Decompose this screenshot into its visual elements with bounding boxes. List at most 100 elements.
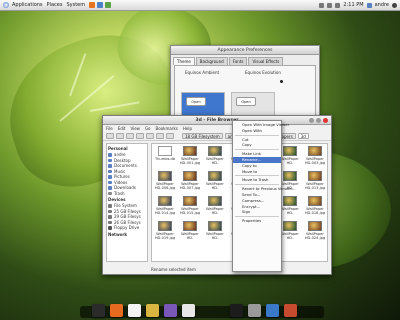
file-label: WallPaper HD-019.jpg [154, 232, 176, 240]
menu-go[interactable]: Go [145, 126, 151, 131]
power-icon[interactable] [392, 2, 397, 8]
file-item[interactable]: WallPaper HD-018.jpg [304, 196, 326, 215]
file-item[interactable]: WallPaper HD- [204, 146, 226, 165]
minimize-button[interactable] [309, 118, 314, 123]
sidebar-item-label: Music [114, 168, 126, 174]
file-item[interactable]: Thumbs.db [154, 146, 176, 161]
image-thumbnail [283, 221, 297, 231]
image-thumbnail [158, 196, 172, 206]
sidebar-item-volume-26gb[interactable]: 26 GB Filesys [108, 220, 146, 226]
search-button[interactable] [166, 133, 174, 139]
image-thumbnail [283, 146, 297, 156]
file-item[interactable]: WallPaper HD- [279, 221, 301, 240]
sidebar-item-floppy[interactable]: Floppy Drive [108, 225, 146, 231]
file-label: WallPaper HD- [206, 207, 224, 215]
breadcrumb-filesystem[interactable]: 18 GB Filesystem [182, 133, 223, 139]
sidebar-item-volume-29gb[interactable]: 29 GB Filesys [108, 214, 146, 220]
distro-logo-icon[interactable] [3, 2, 9, 8]
prefs-titlebar[interactable]: Appearance Preferences [171, 46, 319, 55]
tab-background[interactable]: Background [195, 57, 228, 65]
context-menu-item[interactable]: Properties [233, 218, 281, 224]
file-item[interactable]: WallPaper HD- [204, 171, 226, 190]
file-item[interactable]: WallPaper HD-003.jpg [304, 146, 326, 165]
file-label: WallPaper HD- [281, 232, 299, 240]
file-label: WallPaper HD- [181, 232, 199, 240]
menu-help[interactable]: Help [183, 126, 192, 131]
file-item[interactable]: WallPaper HD- [279, 146, 301, 165]
back-button[interactable] [106, 133, 114, 139]
maximize-button[interactable] [316, 118, 321, 123]
media-player-icon[interactable] [182, 304, 195, 317]
file-item[interactable]: WallPaper HD- [204, 221, 226, 240]
trash-icon [108, 191, 112, 195]
help-launcher-icon[interactable] [105, 2, 112, 8]
menu-bookmarks[interactable]: Bookmarks [156, 126, 178, 131]
sidebar-item-trash[interactable]: Trash [108, 191, 146, 197]
reload-button[interactable] [136, 133, 144, 139]
menu-separator [235, 134, 279, 136]
context-menu-item[interactable]: Open With [233, 128, 281, 134]
drive-icon [108, 220, 112, 224]
system-monitor-icon[interactable] [164, 304, 177, 317]
context-menu-item[interactable]: Copy [233, 142, 281, 148]
computer-button[interactable] [156, 133, 164, 139]
file-item[interactable]: WallPaper HD-015.jpg [179, 196, 201, 215]
firefox-launcher-icon[interactable] [89, 2, 96, 8]
terminal-icon[interactable] [230, 304, 243, 317]
sidebar-item-volume-25gb[interactable]: 25 GB Filesys [108, 209, 146, 215]
image-thumbnail [283, 196, 297, 206]
tab-fonts[interactable]: Fonts [228, 57, 248, 65]
file-item[interactable]: WallPaper HD- [204, 196, 226, 215]
context-menu-item[interactable]: Move to Trash [233, 177, 281, 183]
image-thumbnail [208, 171, 222, 181]
menu-system[interactable]: System [66, 2, 85, 8]
trash-icon[interactable] [248, 304, 261, 317]
workspace-switcher-icon[interactable] [92, 304, 105, 317]
panel-clock[interactable]: 2:11 PM [343, 2, 363, 8]
close-button[interactable] [323, 118, 328, 123]
context-menu-item[interactable]: Move to [233, 169, 281, 175]
file-item[interactable]: WallPaper HD-019.jpg [154, 221, 176, 240]
home-button[interactable] [146, 133, 154, 139]
sidebar-item-label: Floppy Drive [114, 225, 140, 231]
paint-icon[interactable] [146, 304, 159, 317]
network-icon[interactable] [319, 2, 325, 8]
menu-view[interactable]: View [130, 126, 140, 131]
user-icon [366, 2, 372, 8]
firefox-icon[interactable] [110, 304, 123, 317]
file-browser-titlebar[interactable]: 3d - File Browser [103, 116, 331, 125]
text-editor-icon[interactable] [128, 304, 141, 317]
document-file-icon [158, 146, 172, 156]
breadcrumb-3d[interactable]: 3d [297, 133, 309, 139]
menu-edit[interactable]: Edit [118, 126, 126, 131]
panel-username[interactable]: andre [375, 2, 389, 8]
file-item[interactable]: WallPaper HD-013.jpg [304, 171, 326, 190]
file-item[interactable]: WallPaper HD-006.jpg [154, 171, 176, 190]
tab-visual-effects[interactable]: Visual Effects [248, 57, 284, 65]
mail-indicator-icon[interactable] [335, 2, 341, 8]
sidebar-header-devices: Devices [108, 197, 126, 202]
image-thumbnail [208, 221, 222, 231]
up-button[interactable] [126, 133, 134, 139]
sidebar-item-label: Trash [114, 190, 125, 196]
forward-button[interactable] [116, 133, 124, 139]
tab-theme[interactable]: Theme [173, 57, 195, 65]
menu-places[interactable]: Places [47, 2, 63, 8]
theme-preview-button: Open [186, 97, 206, 106]
file-label: WallPaper HD- [206, 182, 224, 190]
file-item[interactable]: WallPaper HD-007.jpg [179, 171, 201, 190]
settings-icon[interactable] [284, 304, 297, 317]
file-item[interactable]: WallPaper HD-024.jpg [304, 221, 326, 240]
context-menu-item[interactable]: Sign [233, 209, 281, 215]
email-launcher-icon[interactable] [97, 2, 104, 8]
file-item[interactable]: WallPaper HD- [279, 196, 301, 215]
sidebar-item-label: Documents [114, 163, 137, 169]
prefs-tab-bar: Theme Background Fonts Visual Effects [171, 55, 319, 65]
file-manager-icon[interactable] [266, 304, 279, 317]
menu-file[interactable]: File [106, 126, 113, 131]
file-item[interactable]: WallPaper HD-001.jpg [179, 146, 201, 165]
volume-icon[interactable] [327, 2, 333, 8]
file-item[interactable]: WallPaper HD-014.jpg [154, 196, 176, 215]
menu-applications[interactable]: Applications [12, 2, 43, 8]
file-item[interactable]: WallPaper HD- [179, 221, 201, 240]
